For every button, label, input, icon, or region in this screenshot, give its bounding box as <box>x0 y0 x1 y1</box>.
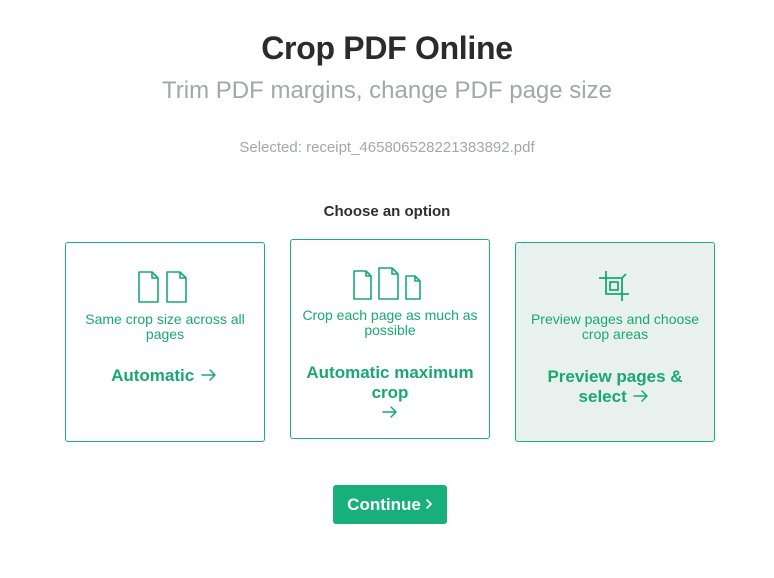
option-action: Preview pages & select <box>526 367 704 408</box>
option-action-label: Automatic maximum crop <box>306 363 474 402</box>
option-automatic[interactable]: Same crop size across all pages Automati… <box>65 242 265 442</box>
option-preview-select[interactable]: Preview pages and choose crop areas Prev… <box>515 242 715 442</box>
arrow-right-icon <box>631 388 651 408</box>
options-heading: Choose an option <box>323 203 451 220</box>
option-action: Automatic maximum crop <box>301 363 479 424</box>
arrow-right-icon <box>380 404 400 424</box>
selected-file-label: Selected: receipt_46580652822138389​2.pd… <box>239 139 535 156</box>
option-action-label: Preview pages & select <box>547 367 683 406</box>
three-pages-icon <box>291 266 489 302</box>
continue-label: Continue <box>347 494 421 514</box>
chevron-right-icon <box>425 495 433 515</box>
option-description: Preview pages and choose crop areas <box>530 311 700 342</box>
option-description: Crop each page as much as possible <box>302 307 478 338</box>
option-automatic-maximum[interactable]: Crop each page as much as possible Autom… <box>290 239 490 439</box>
page-subtitle: Trim PDF margins, change PDF page size <box>162 77 612 104</box>
option-action-label: Automatic <box>111 366 195 385</box>
crop-icon <box>516 269 714 303</box>
arrow-right-icon <box>199 367 219 387</box>
option-description: Same crop size across all pages <box>85 311 245 342</box>
page-title: Crop PDF Online <box>261 30 513 66</box>
crop-pdf-page: Crop PDF Online Trim PDF margins, change… <box>0 0 774 578</box>
two-pages-icon <box>66 269 264 305</box>
option-action: Automatic <box>76 366 254 387</box>
continue-button[interactable]: Continue <box>333 485 447 524</box>
